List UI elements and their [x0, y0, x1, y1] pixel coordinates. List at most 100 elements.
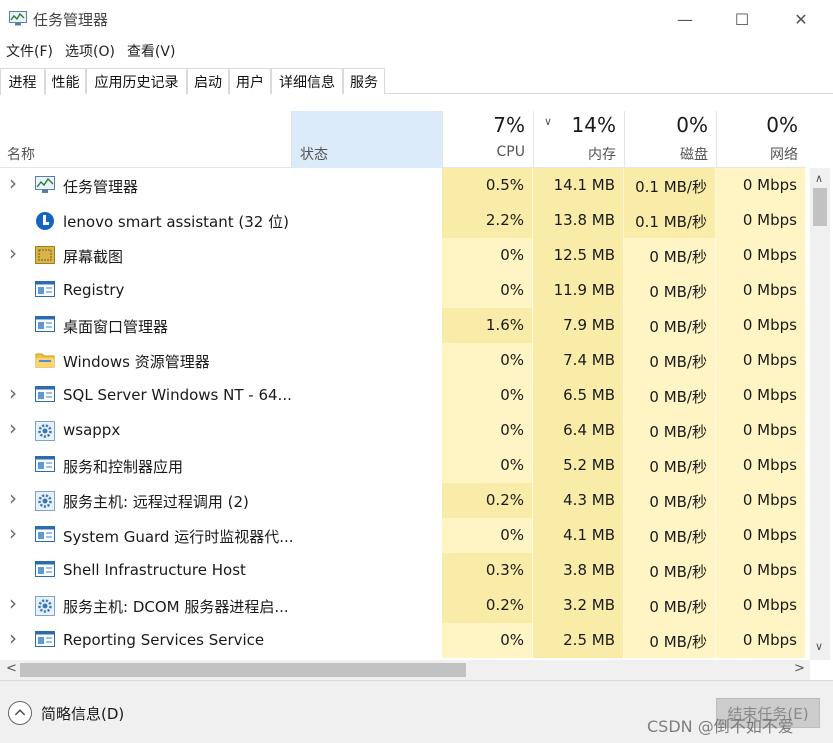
- expand-chevron-icon[interactable]: ›: [9, 591, 21, 615]
- network-cell: 0 Mbps: [716, 168, 806, 203]
- expand-chevron-icon[interactable]: ›: [9, 381, 21, 405]
- process-row[interactable]: › System Guard 运行时监视器代... 0% 4.1 MB 0 MB/秒 0 …: [0, 518, 806, 553]
- expand-chevron-icon[interactable]: ›: [9, 241, 21, 265]
- expand-chevron-icon[interactable]: ›: [9, 521, 21, 545]
- process-row[interactable]: Shell Infrastructure Host 0.3% 3.8 MB 0 MB/…: [0, 553, 806, 588]
- memory-cell: 4.3 MB: [533, 483, 624, 518]
- expand-chevron-icon[interactable]: ›: [9, 626, 21, 650]
- process-name: 服务主机: DCOM 服务器进程启...: [63, 598, 289, 616]
- tab-performance[interactable]: 性能: [45, 68, 86, 94]
- column-name[interactable]: 名称: [7, 144, 35, 164]
- process-row[interactable]: 桌面窗口管理器 1.6% 7.9 MB 0 MB/秒 0 Mbps: [0, 308, 806, 343]
- process-name: System Guard 运行时监视器代...: [63, 528, 294, 546]
- expand-chevron-icon[interactable]: ›: [9, 171, 21, 195]
- memory-cell: 6.4 MB: [533, 413, 624, 448]
- scroll-up-icon[interactable]: ∧: [815, 172, 823, 185]
- process-name: lenovo smart assistant (32 位): [63, 213, 289, 231]
- tab-app-history[interactable]: 应用历史记录: [86, 68, 187, 94]
- task-manager-icon: [35, 176, 55, 194]
- column-network[interactable]: 0% 网络: [716, 111, 806, 168]
- process-name: Registry: [63, 281, 125, 299]
- expand-chevron-icon[interactable]: ›: [9, 486, 21, 510]
- column-disk[interactable]: 0% 磁盘: [624, 111, 716, 168]
- horizontal-scrollbar[interactable]: < >: [0, 660, 810, 680]
- chevron-up-icon[interactable]: [8, 701, 32, 725]
- window-app-icon: [35, 561, 55, 579]
- scroll-down-icon[interactable]: ∨: [815, 640, 823, 653]
- vertical-scroll-thumb[interactable]: [813, 188, 827, 226]
- cpu-total: 7%: [493, 113, 525, 137]
- expand-chevron-icon[interactable]: ›: [9, 416, 21, 440]
- process-row[interactable]: Windows 资源管理器 0% 7.4 MB 0 MB/秒 0 Mbps: [0, 343, 806, 378]
- disk-cell: 0 MB/秒: [624, 518, 716, 553]
- column-cpu[interactable]: 7% CPU: [442, 111, 533, 168]
- disk-cell: 0 MB/秒: [624, 238, 716, 273]
- memory-cell: 3.8 MB: [533, 553, 624, 588]
- memory-label: 内存: [588, 147, 616, 163]
- network-cell: 0 Mbps: [716, 553, 806, 588]
- tab-users[interactable]: 用户: [229, 68, 271, 94]
- process-name: 任务管理器: [63, 178, 139, 196]
- tab-startup[interactable]: 启动: [187, 68, 229, 94]
- process-row[interactable]: › 服务主机: 远程过程调用 (2) 0.2% 4.3 MB 0 MB/秒 0 Mbps: [0, 483, 806, 518]
- close-button[interactable]: ✕: [778, 4, 824, 34]
- process-row[interactable]: › 服务主机: DCOM 服务器进程启... 0.2% 3.2 MB 0 MB/秒 0 M…: [0, 588, 806, 623]
- tab-bar: 进程 性能 应用历史记录 启动 用户 详细信息 服务: [0, 68, 833, 95]
- memory-total: 14%: [571, 113, 616, 137]
- process-name: 屏幕截图: [63, 248, 124, 266]
- minimize-button[interactable]: —: [662, 4, 708, 34]
- column-memory[interactable]: ∨ 14% 内存: [533, 111, 624, 168]
- maximize-button[interactable]: ☐: [719, 4, 765, 34]
- tab-processes[interactable]: 进程: [0, 68, 45, 95]
- tab-services[interactable]: 服务: [343, 68, 385, 94]
- menu-options[interactable]: 选项(O): [59, 38, 121, 64]
- window-app-icon: [35, 386, 55, 404]
- memory-cell: 7.9 MB: [533, 308, 624, 343]
- network-cell: 0 Mbps: [716, 518, 806, 553]
- process-row[interactable]: Registry 0% 11.9 MB 0 MB/秒 0 Mbps: [0, 273, 806, 308]
- disk-cell: 0 MB/秒: [624, 343, 716, 378]
- memory-cell: 12.5 MB: [533, 238, 624, 273]
- cpu-cell: 0%: [442, 448, 533, 483]
- disk-cell: 0 MB/秒: [624, 623, 716, 658]
- memory-cell: 13.8 MB: [533, 203, 624, 238]
- process-name: Reporting Services Service: [63, 631, 265, 649]
- process-row[interactable]: › SQL Server Windows NT - 64... 0% 6.5 MB 0 …: [0, 378, 806, 413]
- cpu-cell: 0%: [442, 518, 533, 553]
- network-cell: 0 Mbps: [716, 273, 806, 308]
- network-label: 网络: [770, 147, 798, 163]
- scroll-left-icon[interactable]: <: [6, 661, 17, 676]
- process-row[interactable]: › 任务管理器 0.5% 14.1 MB 0.1 MB/秒 0 Mbps: [0, 168, 806, 203]
- network-cell: 0 Mbps: [716, 588, 806, 623]
- watermark: CSDN @倒不如不爱: [647, 717, 794, 736]
- window-title: 任务管理器: [33, 11, 109, 29]
- disk-cell: 0.1 MB/秒: [624, 168, 716, 203]
- network-cell: 0 Mbps: [716, 203, 806, 238]
- memory-cell: 2.5 MB: [533, 623, 624, 658]
- network-cell: 0 Mbps: [716, 483, 806, 518]
- process-row[interactable]: 服务和控制器应用 0% 5.2 MB 0 MB/秒 0 Mbps: [0, 448, 806, 483]
- network-cell: 0 Mbps: [716, 413, 806, 448]
- process-name: Shell Infrastructure Host: [63, 561, 246, 579]
- menu-file[interactable]: 文件(F): [0, 38, 59, 64]
- process-row[interactable]: lenovo smart assistant (32 位) 2.2% 13.8 MB…: [0, 203, 806, 238]
- memory-cell: 4.1 MB: [533, 518, 624, 553]
- cpu-cell: 0.3%: [442, 553, 533, 588]
- disk-label: 磁盘: [680, 147, 708, 163]
- memory-cell: 3.2 MB: [533, 588, 624, 623]
- scroll-right-icon[interactable]: >: [794, 661, 805, 676]
- window-app-icon: [35, 526, 55, 544]
- tab-details[interactable]: 详细信息: [271, 68, 343, 94]
- fewer-details-button[interactable]: 简略信息(D): [41, 703, 124, 724]
- process-row[interactable]: › Reporting Services Service 0% 2.5 MB 0 MB/…: [0, 623, 806, 658]
- menu-view[interactable]: 查看(V): [121, 38, 182, 64]
- process-row[interactable]: › 屏幕截图 0% 12.5 MB 0 MB/秒 0 Mbps: [0, 238, 806, 273]
- vertical-scrollbar[interactable]: ∧ ∨: [810, 168, 830, 660]
- process-row[interactable]: › wsappx 0% 6.4 MB 0 MB/秒 0 Mbps: [0, 413, 806, 448]
- memory-cell: 5.2 MB: [533, 448, 624, 483]
- column-status[interactable]: 状态: [291, 111, 442, 168]
- title-bar[interactable]: 任务管理器 — ☐ ✕: [0, 0, 833, 38]
- memory-cell: 11.9 MB: [533, 273, 624, 308]
- horizontal-scroll-thumb[interactable]: [20, 663, 466, 677]
- cpu-cell: 0%: [442, 273, 533, 308]
